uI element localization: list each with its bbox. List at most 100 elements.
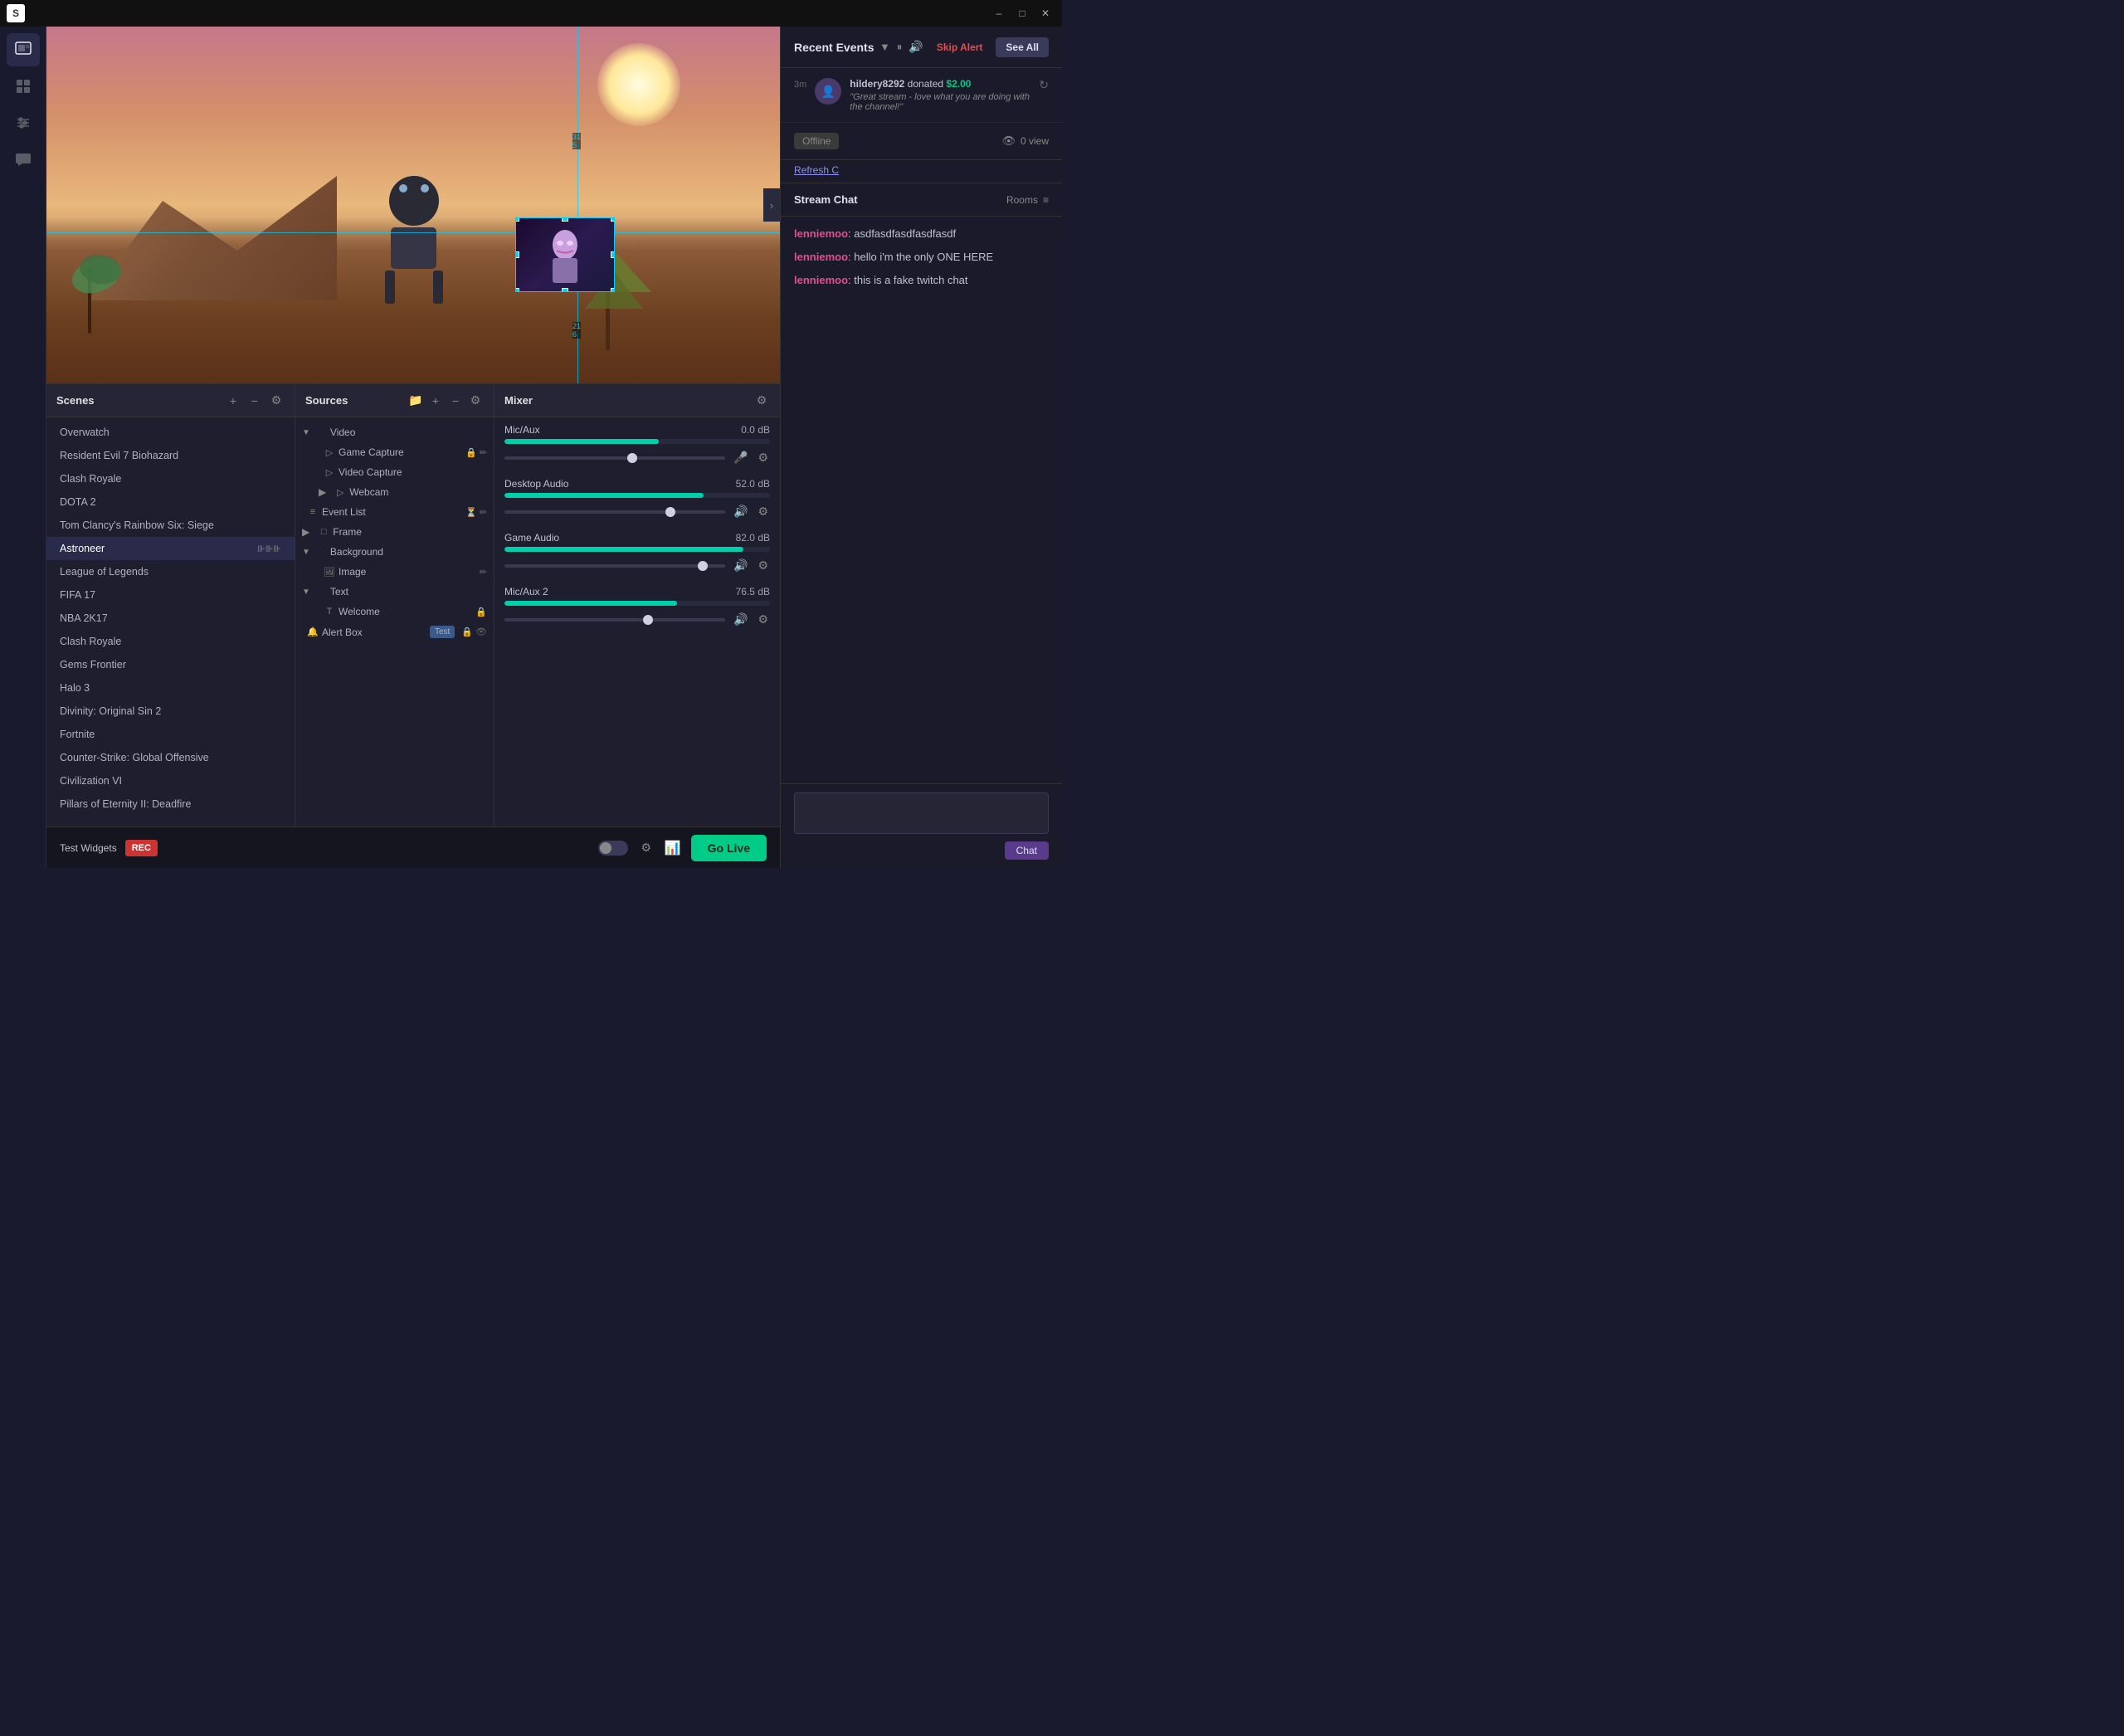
settings-button[interactable]: ⚙	[638, 840, 655, 856]
sources-panel: Sources 📁 + − ⚙ ▼ Video ▷ Game Capture 🔒…	[295, 384, 494, 827]
mixer-mute-button[interactable]: 🔊	[732, 503, 749, 520]
minimize-button[interactable]: –	[989, 3, 1009, 23]
source-item-label: Video Capture	[339, 466, 484, 478]
event-time: 3m	[794, 78, 806, 90]
source-item[interactable]: ▷ Video Capture	[295, 462, 494, 482]
see-all-button[interactable]: See All	[996, 37, 1049, 57]
titlebar: S – □ ✕	[0, 0, 1062, 27]
source-item[interactable]: ▼ Video	[295, 422, 494, 442]
source-item[interactable]: ▼ Background	[295, 542, 494, 562]
scene-item[interactable]: Tom Clancy's Rainbow Six: Siege	[46, 514, 295, 537]
scene-item[interactable]: Clash Royale	[46, 630, 295, 653]
chat-rooms[interactable]: Rooms ≡	[1006, 194, 1049, 206]
mixer-track-settings-button[interactable]: ⚙	[756, 503, 770, 520]
scene-item[interactable]: Pillars of Eternity II: Deadfire	[46, 792, 295, 816]
sources-remove-button[interactable]: −	[447, 393, 464, 409]
mixer-track-label: Mic/Aux	[504, 424, 540, 436]
scenes-remove-button[interactable]: −	[246, 393, 263, 409]
mixer-track-settings-button[interactable]: ⚙	[756, 611, 770, 628]
scene-item[interactable]: Fortnite	[46, 723, 295, 746]
sources-new-folder-button[interactable]: 📁	[407, 393, 424, 409]
chat-submit-button[interactable]: Chat	[1005, 841, 1049, 860]
sidebar-item-mixer[interactable]	[7, 106, 40, 139]
refresh-icon[interactable]: ↻	[1039, 78, 1049, 92]
mixer-track-settings-button[interactable]: ⚙	[756, 449, 770, 466]
filter-icon[interactable]: ▼	[879, 41, 890, 53]
scene-item[interactable]: Counter-Strike: Global Offensive	[46, 746, 295, 769]
source-item-actions: ⏳ ✏	[465, 507, 487, 518]
mixer-track: Game Audio 82.0 dB 🔊 ⚙	[504, 532, 770, 574]
pause-icon[interactable]: ⏸	[897, 41, 903, 54]
sources-settings-button[interactable]: ⚙	[467, 393, 484, 409]
chat-input[interactable]	[794, 792, 1049, 834]
source-item[interactable]: ▷ Game Capture 🔒 ✏	[295, 442, 494, 462]
webcam-overlay[interactable]	[515, 217, 615, 292]
handle-tl	[515, 217, 519, 222]
mixer-settings-button[interactable]: ⚙	[753, 393, 770, 409]
source-item[interactable]: 🖼 Image ✏	[295, 562, 494, 582]
mixer-mute-button[interactable]: 🔊	[732, 611, 749, 628]
mixer-track-db: 52.0 dB	[736, 478, 770, 490]
scene-item[interactable]: Civilization VI	[46, 769, 295, 792]
events-controls: ▼ ⏸ 🔊 Skip Alert See All	[879, 37, 1049, 57]
source-item[interactable]: ▶ ▷ Webcam	[295, 482, 494, 502]
scene-item[interactable]: Gems Frontier	[46, 653, 295, 676]
close-button[interactable]: ✕	[1035, 3, 1055, 23]
mixer-volume-slider[interactable]	[504, 564, 725, 568]
scene-item[interactable]: Resident Evil 7 Biohazard	[46, 444, 295, 467]
source-item-actions: ✏	[480, 567, 487, 578]
mixer-track-db: 0.0 dB	[741, 424, 770, 436]
mute-icon[interactable]: 🔊	[909, 40, 923, 54]
source-item[interactable]: T Welcome 🔒	[295, 602, 494, 622]
chat-header: Stream Chat Rooms ≡	[781, 183, 1062, 217]
mixer-mute-button[interactable]: 🎤	[732, 449, 749, 466]
mixer-track-fill	[504, 493, 704, 498]
mixer-track-header: Desktop Audio 52.0 dB	[504, 478, 770, 490]
sources-add-button[interactable]: +	[427, 393, 444, 409]
offline-badge: Offline	[794, 133, 839, 149]
rec-button[interactable]: REC	[125, 840, 158, 856]
stats-icon[interactable]: 📊	[665, 840, 681, 856]
mixer-slider-thumb[interactable]	[643, 615, 653, 625]
mixer-controls-row: 🎤 ⚙	[504, 449, 770, 466]
scene-item[interactable]: FIFA 17	[46, 583, 295, 607]
mixer-volume-slider[interactable]	[504, 618, 725, 622]
mixer-title: Mixer	[504, 394, 533, 407]
skip-alert-button[interactable]: Skip Alert	[930, 38, 990, 56]
dark-mode-toggle[interactable]	[598, 841, 628, 856]
maximize-button[interactable]: □	[1012, 3, 1032, 23]
event-avatar: 👤	[815, 78, 841, 105]
preview-expand-arrow[interactable]: ›	[763, 188, 780, 222]
mixer-volume-slider[interactable]	[504, 456, 725, 460]
scene-item[interactable]: NBA 2K17	[46, 607, 295, 630]
mixer-slider-thumb[interactable]	[698, 561, 708, 571]
scene-item[interactable]: Divinity: Original Sin 2	[46, 700, 295, 723]
mixer-track-settings-button[interactable]: ⚙	[756, 557, 770, 574]
source-item[interactable]: 🔔 Alert Box Test 🔒 👁	[295, 622, 494, 642]
source-item[interactable]: ≡ Event List ⏳ ✏	[295, 502, 494, 522]
mixer-controls-row: 🔊 ⚙	[504, 503, 770, 520]
chat-section: Stream Chat Rooms ≡ lenniemoo: asdfasdfa…	[781, 183, 1062, 868]
scene-item[interactable]: League of Legends	[46, 560, 295, 583]
mixer-slider-thumb[interactable]	[627, 453, 637, 463]
scene-item[interactable]: Halo 3	[46, 676, 295, 700]
mixer-slider-thumb[interactable]	[665, 507, 675, 517]
sidebar-item-chat[interactable]	[7, 143, 40, 176]
source-item[interactable]: ▶ □ Frame	[295, 522, 494, 542]
scene-item[interactable]: Overwatch	[46, 421, 295, 444]
sidebar-item-studio[interactable]	[7, 33, 40, 66]
refresh-c-button[interactable]: Refresh C	[794, 164, 839, 176]
scenes-settings-button[interactable]: ⚙	[268, 393, 285, 409]
mixer-track-meter	[504, 547, 770, 552]
source-type-icon: 🖼	[324, 567, 335, 578]
sidebar-item-dashboard[interactable]	[7, 70, 40, 103]
scene-item-label: Fortnite	[60, 729, 95, 740]
scene-item[interactable]: DOTA 2	[46, 490, 295, 514]
scene-item[interactable]: Clash Royale	[46, 467, 295, 490]
mixer-mute-button[interactable]: 🔊	[732, 557, 749, 574]
scenes-add-button[interactable]: +	[225, 393, 241, 409]
source-item[interactable]: ▼ Text	[295, 582, 494, 602]
mixer-volume-slider[interactable]	[504, 510, 725, 514]
scene-item[interactable]: Astroneer ⊪⊪⊪	[46, 537, 295, 560]
go-live-button[interactable]: Go Live	[691, 835, 767, 861]
